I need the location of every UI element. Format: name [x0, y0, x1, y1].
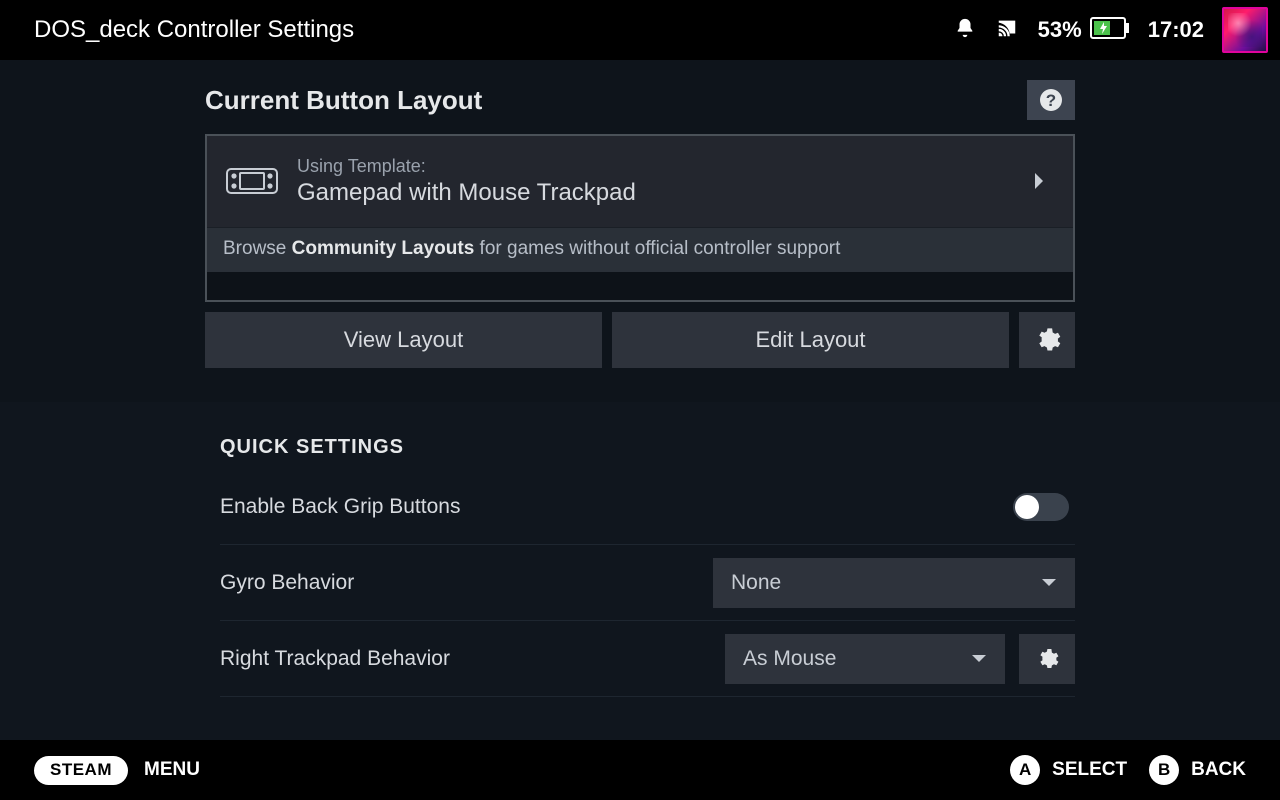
steam-button[interactable]: STEAM	[34, 756, 128, 785]
clock: 17:02	[1148, 17, 1204, 43]
dropdown-gyro[interactable]: None	[713, 558, 1075, 608]
hint-label: BACK	[1191, 759, 1246, 781]
edit-layout-button[interactable]: Edit Layout	[612, 312, 1009, 368]
template-label: Using Template:	[297, 156, 1029, 177]
steam-label: STEAM	[50, 760, 112, 779]
toggle-back-grip[interactable]	[1013, 493, 1069, 521]
layout-frame-bottom	[207, 272, 1073, 300]
battery-status: 53%	[1038, 17, 1130, 44]
help-button[interactable]: ?	[1027, 80, 1075, 120]
svg-text:?: ?	[1046, 91, 1056, 110]
avatar[interactable]	[1222, 7, 1268, 53]
cast-icon[interactable]	[994, 17, 1020, 44]
community-bold: Community Layouts	[292, 238, 475, 259]
row-right-trackpad[interactable]: Right Trackpad Behavior As Mouse	[220, 621, 1075, 697]
edit-layout-label: Edit Layout	[755, 327, 865, 353]
row-label: Enable Back Grip Buttons	[220, 495, 1013, 519]
status-area: 53% 17:02	[954, 7, 1268, 53]
hint-select: A SELECT	[1010, 755, 1127, 785]
row-label: Gyro Behavior	[220, 571, 713, 595]
row-gyro[interactable]: Gyro Behavior None	[220, 545, 1075, 621]
community-post: for games without official controller su…	[474, 238, 840, 259]
hint-back: B BACK	[1149, 755, 1246, 785]
quick-settings-title: QUICK SETTINGS	[220, 436, 1075, 459]
community-pre: Browse	[223, 238, 292, 259]
chevron-down-icon	[1041, 578, 1057, 588]
community-layouts-row[interactable]: Browse Community Layouts for games witho…	[207, 227, 1073, 272]
footer-bar: STEAM MENU A SELECT B BACK	[0, 740, 1280, 800]
battery-icon	[1090, 17, 1130, 44]
section-title: Current Button Layout	[205, 85, 1027, 116]
notification-icon[interactable]	[954, 16, 976, 45]
top-bar: DOS_deck Controller Settings 53% 17:02	[0, 0, 1280, 60]
a-button-icon: A	[1010, 755, 1040, 785]
chevron-down-icon	[971, 654, 987, 664]
hint-label: SELECT	[1052, 759, 1127, 781]
layout-frame: Using Template: Gamepad with Mouse Track…	[205, 134, 1075, 302]
battery-percent: 53%	[1038, 17, 1082, 43]
view-layout-button[interactable]: View Layout	[205, 312, 602, 368]
steamdeck-icon	[225, 167, 279, 195]
trackpad-settings-button[interactable]	[1019, 634, 1075, 684]
template-name: Gamepad with Mouse Trackpad	[297, 179, 1029, 207]
layout-settings-button[interactable]	[1019, 312, 1075, 368]
dropdown-value: None	[731, 571, 1041, 595]
template-row[interactable]: Using Template: Gamepad with Mouse Track…	[207, 136, 1073, 227]
dropdown-value: As Mouse	[743, 647, 971, 671]
quick-settings-region: QUICK SETTINGS Enable Back Grip Buttons …	[0, 402, 1280, 740]
dropdown-right-trackpad[interactable]: As Mouse	[725, 634, 1005, 684]
page-title: DOS_deck Controller Settings	[34, 16, 954, 44]
row-label: Right Trackpad Behavior	[220, 647, 725, 671]
b-button-icon: B	[1149, 755, 1179, 785]
menu-label: MENU	[144, 759, 200, 781]
chevron-right-icon	[1029, 172, 1049, 190]
view-layout-label: View Layout	[344, 327, 463, 353]
row-back-grip[interactable]: Enable Back Grip Buttons	[220, 469, 1075, 545]
